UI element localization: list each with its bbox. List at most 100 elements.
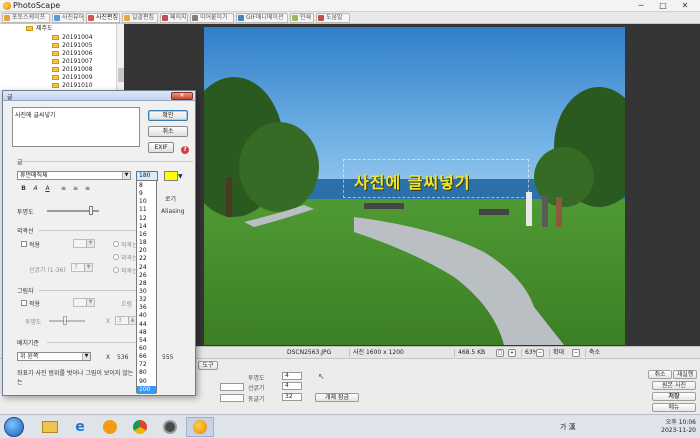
size-option[interactable]: 26 (137, 272, 156, 280)
pointer-tool-icon[interactable]: ↖ (318, 372, 325, 381)
color-picker-arrow-icon[interactable]: ▼ (178, 173, 183, 180)
anchor-select[interactable]: 위 왼쪽 ▼ (17, 352, 91, 361)
size-option[interactable]: 18 (137, 239, 156, 247)
zoom-reduce-icon[interactable]: − (572, 349, 580, 357)
size-option[interactable]: 44 (137, 321, 156, 329)
size-option[interactable]: 54 (137, 337, 156, 345)
zoom-fit-icon[interactable]: ▢ (496, 349, 504, 357)
outline-radio-2[interactable] (113, 254, 119, 260)
exif-button[interactable]: EXIF (148, 142, 174, 153)
tab-2[interactable]: 사진편집 (86, 13, 120, 23)
menu-button[interactable]: 메뉴 (652, 403, 696, 412)
help-icon[interactable]: ? (181, 146, 189, 154)
object-lock-button[interactable]: 개체 잠금 (315, 393, 359, 402)
ie-icon[interactable]: e (66, 417, 94, 437)
tool-tab[interactable]: 도구 (198, 361, 218, 370)
shadow-opacity-thumb[interactable] (63, 316, 67, 325)
size-option[interactable]: 10 (137, 198, 156, 206)
photo-image[interactable]: 사진에 글씨넣기 (204, 27, 625, 345)
caption-text-input[interactable]: 사진에 글씨넣기 (12, 107, 140, 147)
roundness-field[interactable]: 32 (282, 393, 302, 401)
dialog-close-button[interactable]: ✕ (171, 92, 193, 100)
tab-1[interactable]: 사진뷰어 (52, 13, 84, 23)
clock[interactable]: 오후 10:06 2023-11-20 (661, 419, 696, 435)
minimize-button[interactable]: ─ (630, 0, 652, 11)
font-select[interactable]: 휴먼매직체 ▼ (17, 171, 131, 180)
tab-8[interactable]: 도움말 (316, 13, 350, 23)
outline-thickness-select[interactable]: 7 ▼ (71, 263, 93, 272)
zoom-in-icon[interactable]: + (508, 349, 516, 357)
size-option[interactable]: 12 (137, 215, 156, 223)
size-option[interactable]: 48 (137, 329, 156, 337)
photo-caption-text[interactable]: 사진에 글씨넣기 (354, 169, 471, 193)
shadow-opacity-slider[interactable] (49, 320, 85, 322)
media-player-icon[interactable] (96, 417, 124, 437)
zoom-out-icon[interactable]: − (536, 349, 544, 357)
thickness-field[interactable]: 4 (282, 382, 302, 390)
size-option[interactable]: 72 (137, 361, 156, 369)
tab-0[interactable]: 포토스케이프 (2, 13, 50, 23)
size-option[interactable]: 30 (137, 288, 156, 296)
tab-6[interactable]: GIF애니메이션 (236, 13, 288, 23)
tree-folder-item[interactable]: 20191008 (0, 66, 118, 74)
align-center-button[interactable]: ≡ (71, 184, 80, 193)
undo-button[interactable]: 취소 (648, 370, 672, 379)
start-button[interactable] (4, 417, 24, 437)
tree-folder-item[interactable]: 20191009 (0, 74, 118, 82)
size-option[interactable]: 100 (137, 385, 156, 394)
bottom-dropdown-1[interactable] (220, 383, 244, 391)
ime-indicator[interactable]: 가 漢 (560, 422, 576, 432)
tree-item-parent[interactable]: 제주도 (0, 25, 118, 33)
tree-folder-item[interactable]: 20191005 (0, 42, 118, 50)
anchor-x-value[interactable]: 536 (117, 354, 128, 361)
outline-color-select[interactable]: ▼ (73, 239, 95, 248)
size-option[interactable]: 90 (137, 378, 156, 386)
redo-button[interactable]: 재실행 (673, 370, 697, 379)
opacity-slider-thumb[interactable] (89, 206, 93, 215)
close-button[interactable]: ✕ (674, 0, 696, 11)
tree-folder-item[interactable]: 20191007 (0, 58, 118, 66)
original-photo-button[interactable]: 원본 사진 (652, 381, 696, 390)
size-option[interactable]: 80 (137, 369, 156, 377)
explorer-icon[interactable] (36, 417, 64, 437)
app-icon-2[interactable] (156, 417, 184, 437)
size-option[interactable]: 24 (137, 264, 156, 272)
tree-folder-item[interactable]: 20191004 (0, 34, 118, 42)
outline-radio-3[interactable] (113, 267, 119, 273)
shadow-color-select[interactable]: ▼ (73, 298, 95, 307)
tree-scrollbar[interactable] (116, 24, 124, 90)
size-option[interactable]: 11 (137, 206, 156, 214)
bold-button[interactable]: B (19, 184, 28, 193)
size-option[interactable]: 66 (137, 353, 156, 361)
size-option[interactable]: 40 (137, 312, 156, 320)
size-option[interactable]: 22 (137, 255, 156, 263)
size-option[interactable]: 60 (137, 345, 156, 353)
outline-apply-checkbox[interactable] (21, 241, 27, 247)
align-left-button[interactable]: ≡ (59, 184, 68, 193)
tab-4[interactable]: 페이지 (160, 13, 188, 23)
maximize-button[interactable]: □ (652, 0, 674, 11)
tab-3[interactable]: 일괄편집 (122, 13, 158, 23)
cancel-button[interactable]: 취소 (148, 126, 188, 137)
size-option[interactable]: 16 (137, 231, 156, 239)
tree-folder-item[interactable]: 20191006 (0, 50, 118, 58)
size-option[interactable]: 28 (137, 280, 156, 288)
save-button[interactable]: 저장 (652, 392, 696, 401)
tree-folder-item[interactable]: 20191010 (0, 82, 118, 90)
outline-radio-1[interactable] (113, 241, 119, 247)
shadow-x-field[interactable]: 3 ▲ (115, 316, 137, 325)
tab-7[interactable]: 인쇄 (290, 13, 314, 23)
size-option[interactable]: 32 (137, 296, 156, 304)
size-option[interactable]: 14 (137, 223, 156, 231)
opacity-field[interactable]: 4 (282, 372, 302, 380)
photoscape-taskbar-icon[interactable] (186, 417, 214, 437)
align-right-button[interactable]: ≡ (83, 184, 92, 193)
tab-5[interactable]: 이어붙이기 (190, 13, 234, 23)
zoom-out-label[interactable]: 축소 (585, 349, 600, 357)
ok-button[interactable]: 확인 (148, 110, 188, 121)
size-option[interactable]: 9 (137, 190, 156, 198)
bottom-dropdown-2[interactable] (220, 394, 244, 402)
size-option[interactable]: 20 (137, 247, 156, 255)
underline-button[interactable]: A (43, 184, 52, 193)
zoom-in-label[interactable]: 확대 (549, 349, 564, 357)
